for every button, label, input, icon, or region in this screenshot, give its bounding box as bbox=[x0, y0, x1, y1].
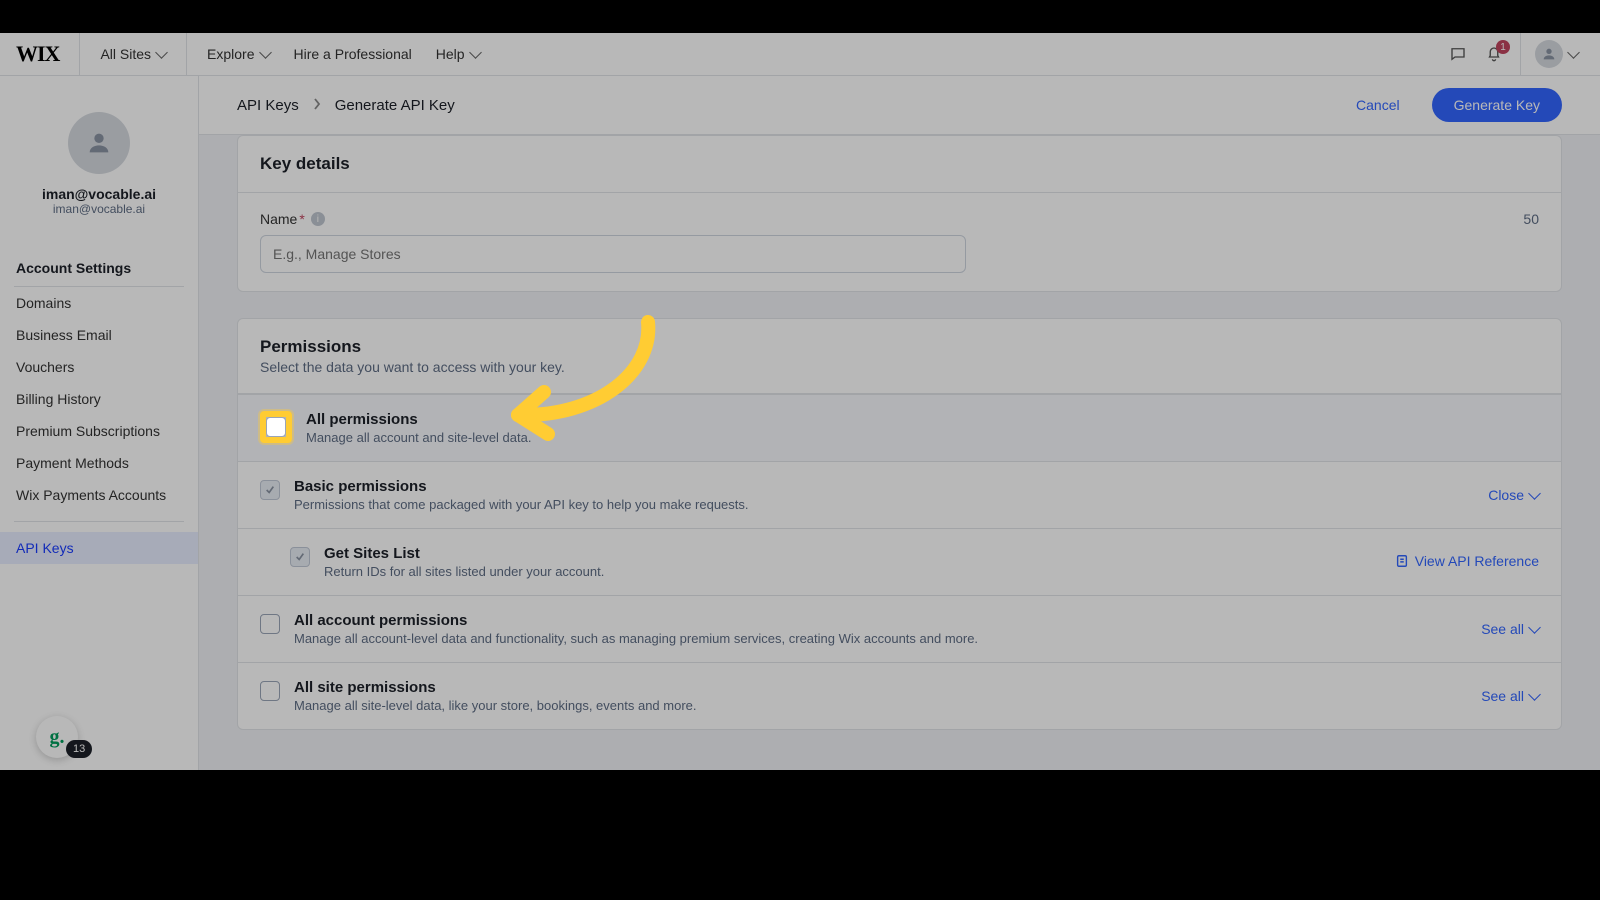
wix-logo[interactable]: WIX bbox=[16, 41, 59, 67]
avatar-large[interactable] bbox=[68, 112, 130, 174]
sidebar-item-vouchers[interactable]: Vouchers bbox=[0, 351, 198, 383]
perm-basic-label: Basic permissions bbox=[294, 478, 749, 495]
user-email: iman@vocable.ai bbox=[0, 202, 198, 216]
perm-site-label: All site permissions bbox=[294, 679, 697, 696]
sidebar-item-domains[interactable]: Domains bbox=[0, 287, 198, 319]
permissions-title: Permissions bbox=[260, 337, 1539, 357]
perm-all-label: All permissions bbox=[306, 411, 531, 428]
perm-row-all: All permissions Manage all account and s… bbox=[238, 394, 1561, 461]
nav-hire-label: Hire a Professional bbox=[294, 46, 412, 62]
user-block: iman@vocable.ai iman@vocable.ai bbox=[0, 186, 198, 216]
permissions-card: Permissions Select the data you want to … bbox=[237, 318, 1562, 730]
info-icon[interactable]: i bbox=[311, 212, 325, 226]
user-name: iman@vocable.ai bbox=[0, 186, 198, 202]
chevron-right-icon bbox=[313, 97, 321, 114]
perm-get-sites-desc: Return IDs for all sites listed under yo… bbox=[324, 564, 604, 579]
chevron-down-icon bbox=[1528, 487, 1541, 500]
content-header: API Keys Generate API Key Cancel Generat… bbox=[199, 76, 1600, 135]
perm-row-account: All account permissions Manage all accou… bbox=[238, 595, 1561, 662]
sidebar-item-payment-methods[interactable]: Payment Methods bbox=[0, 447, 198, 479]
perm-site-desc: Manage all site-level data, like your st… bbox=[294, 698, 697, 713]
sidebar-item-wix-payments[interactable]: Wix Payments Accounts bbox=[0, 479, 198, 511]
sidebar-heading: Account Settings bbox=[0, 244, 198, 286]
account-toggle-label: See all bbox=[1481, 621, 1524, 637]
chat-icon[interactable] bbox=[1440, 36, 1476, 72]
perm-all-desc: Manage all account and site-level data. bbox=[306, 430, 531, 445]
key-details-title: Key details bbox=[260, 154, 1539, 174]
permissions-subtitle: Select the data you want to access with … bbox=[260, 359, 1539, 375]
floating-badge-count: 13 bbox=[66, 740, 92, 758]
checkbox-all-permissions[interactable] bbox=[266, 417, 286, 437]
site-toggle-label: See all bbox=[1481, 688, 1524, 704]
sidebar-item-business-email[interactable]: Business Email bbox=[0, 319, 198, 351]
sidebar-item-premium[interactable]: Premium Subscriptions bbox=[0, 415, 198, 447]
account-toggle-link[interactable]: See all bbox=[1481, 621, 1539, 637]
nav-help[interactable]: Help bbox=[424, 33, 492, 75]
top-nav: WIX All Sites Explore Hire a Professiona… bbox=[0, 33, 1600, 76]
checkbox-basic-permissions bbox=[260, 480, 280, 500]
chevron-down-icon bbox=[1528, 688, 1541, 701]
sidebar-item-billing[interactable]: Billing History bbox=[0, 383, 198, 415]
cancel-button[interactable]: Cancel bbox=[1334, 88, 1422, 122]
sidebar: iman@vocable.ai iman@vocable.ai Account … bbox=[0, 76, 199, 770]
nav-hire[interactable]: Hire a Professional bbox=[282, 33, 424, 75]
main-content: API Keys Generate API Key Cancel Generat… bbox=[199, 76, 1600, 770]
account-menu[interactable] bbox=[1529, 40, 1584, 68]
name-label: Name bbox=[260, 211, 297, 227]
chevron-down-icon bbox=[1567, 46, 1580, 59]
site-toggle-link[interactable]: See all bbox=[1481, 688, 1539, 704]
key-details-card: Key details Name * i 50 bbox=[237, 135, 1562, 292]
nav-divider bbox=[1520, 33, 1521, 75]
nav-all-sites-label: All Sites bbox=[100, 46, 151, 62]
nav-all-sites[interactable]: All Sites bbox=[88, 33, 178, 75]
breadcrumb: API Keys Generate API Key bbox=[237, 97, 455, 114]
required-indicator: * bbox=[299, 211, 304, 227]
floating-badge[interactable]: g. 13 bbox=[36, 716, 78, 758]
sidebar-separator bbox=[14, 521, 184, 522]
highlight-annotation bbox=[260, 411, 292, 443]
nav-explore[interactable]: Explore bbox=[195, 33, 281, 75]
notification-badge: 1 bbox=[1496, 40, 1510, 54]
checkbox-get-sites bbox=[290, 547, 310, 567]
char-limit: 50 bbox=[1523, 211, 1539, 227]
nav-divider bbox=[186, 33, 187, 75]
chevron-down-icon bbox=[469, 46, 482, 59]
perm-basic-desc: Permissions that come packaged with your… bbox=[294, 497, 749, 512]
perm-row-get-sites: Get Sites List Return IDs for all sites … bbox=[238, 528, 1561, 595]
chevron-down-icon bbox=[1528, 621, 1541, 634]
basic-toggle-link[interactable]: Close bbox=[1488, 487, 1539, 503]
notifications-icon[interactable]: 1 bbox=[1476, 36, 1512, 72]
perm-account-label: All account permissions bbox=[294, 612, 978, 629]
checkbox-account-permissions[interactable] bbox=[260, 614, 280, 634]
nav-explore-label: Explore bbox=[207, 46, 254, 62]
view-api-reference-link[interactable]: View API Reference bbox=[1395, 553, 1539, 569]
generate-key-button[interactable]: Generate Key bbox=[1432, 88, 1562, 122]
chevron-down-icon bbox=[259, 46, 272, 59]
nav-help-label: Help bbox=[436, 46, 465, 62]
perm-row-site: All site permissions Manage all site-lev… bbox=[238, 662, 1561, 729]
nav-divider bbox=[79, 33, 80, 75]
avatar-icon bbox=[1535, 40, 1563, 68]
view-api-reference-label: View API Reference bbox=[1415, 553, 1539, 569]
sidebar-item-api-keys[interactable]: API Keys bbox=[0, 532, 198, 564]
document-icon bbox=[1395, 554, 1409, 568]
perm-get-sites-label: Get Sites List bbox=[324, 545, 604, 562]
chevron-down-icon bbox=[155, 46, 168, 59]
perm-account-desc: Manage all account-level data and functi… bbox=[294, 631, 978, 646]
key-name-input[interactable] bbox=[260, 235, 966, 273]
perm-row-basic: Basic permissions Permissions that come … bbox=[238, 461, 1561, 528]
breadcrumb-current: Generate API Key bbox=[335, 97, 455, 114]
basic-toggle-label: Close bbox=[1488, 487, 1524, 503]
breadcrumb-parent[interactable]: API Keys bbox=[237, 97, 299, 114]
checkbox-site-permissions[interactable] bbox=[260, 681, 280, 701]
